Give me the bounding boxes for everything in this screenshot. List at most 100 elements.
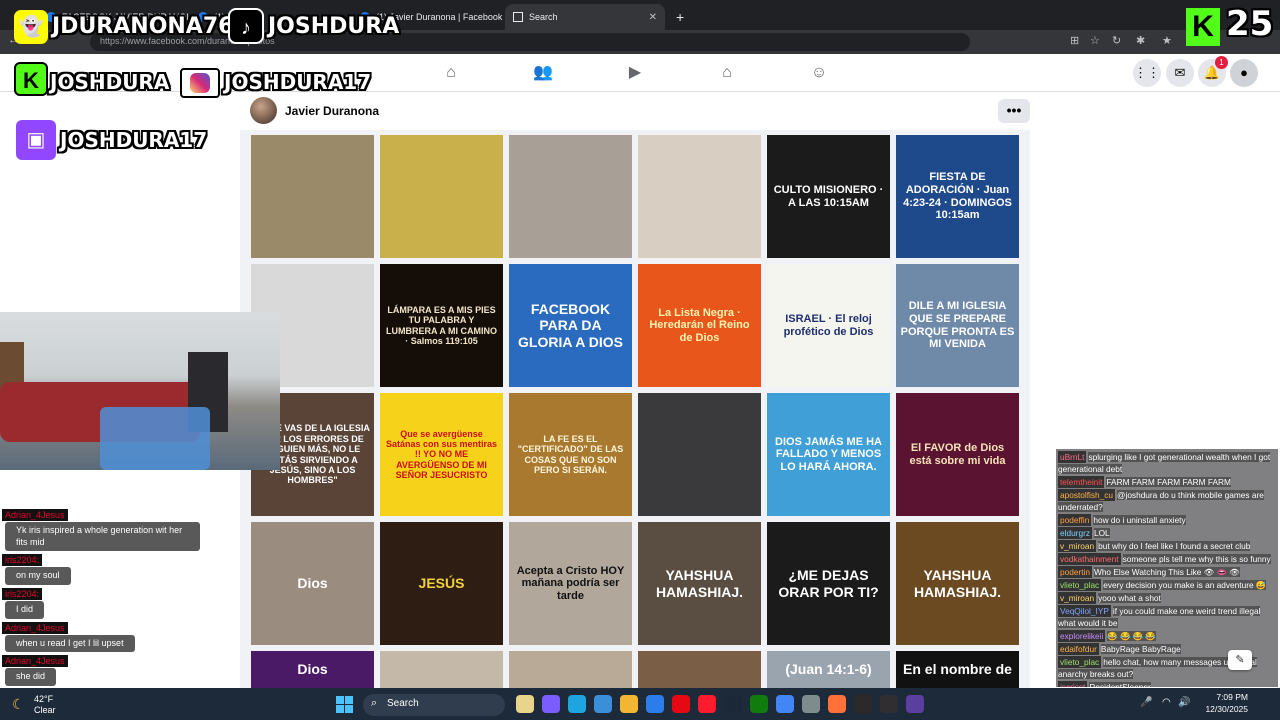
groups-icon[interactable]: ☺ [808,62,830,84]
photo-thumbnail[interactable]: (Juan 14:1-6) [767,651,890,688]
edit-icon[interactable]: ✎ [1228,650,1252,670]
photo-thumbnail[interactable]: YAHSHUA HAMASHIAJ. [896,522,1019,645]
friends-icon[interactable]: 👥 [532,62,554,84]
photo-thumbnail[interactable] [638,651,761,688]
photo-thumbnail[interactable]: ISRAEL · El reloj profético de Dios [767,264,890,387]
photo-thumbnail[interactable] [509,651,632,688]
chat-message: eldurgrz LOL [1058,527,1276,540]
photo-caption: LA FE ES EL "CERTIFICADO" DE LAS COSAS Q… [517,433,624,475]
photo-thumbnail[interactable] [638,393,761,516]
volume-icon[interactable]: 🔊 [1178,697,1190,708]
netflix-icon[interactable] [672,695,690,713]
chat-username: v_miroan [1058,592,1097,605]
chat-text: ResidentSleeper [1089,682,1151,687]
instagram-handle: JOSHDURA17 [224,70,372,94]
avatar[interactable] [250,97,277,124]
photo-thumbnail[interactable]: JESÚS [380,522,503,645]
mail-icon[interactable] [646,695,664,713]
opera-icon[interactable] [698,695,716,713]
more-options-button[interactable]: ••• [998,99,1030,123]
chat-text: 😂 😂 😂 😂 [1107,631,1156,642]
instagram-icon [180,68,220,98]
chat-username: telemtheinit [1058,476,1105,489]
extensions-icon[interactable]: ✱ [1136,34,1145,47]
file-explorer-icon[interactable] [516,695,534,713]
messenger-icon[interactable]: ✉ [1166,59,1194,87]
photo-caption: LÁMPARA ES A MIS PIES TU PALABRA Y LUMBR… [386,304,497,346]
chat-message: explorelikeii 😂 😂 😂 😂 [1058,630,1276,643]
photo-thumbnail[interactable] [638,135,761,258]
profile-name[interactable]: Javier Duranona [285,104,379,118]
edge-icon[interactable] [568,695,586,713]
photo-thumbnail[interactable]: Dios [251,522,374,645]
photo-thumbnail[interactable]: Que se avergüense Satánas con sus mentir… [380,393,503,516]
photo-thumbnail[interactable] [380,651,503,688]
install-app-icon[interactable]: ⊞ [1070,34,1079,47]
photo-thumbnail[interactable]: LÁMPARA ES A MIS PIES TU PALABRA Y LUMBR… [380,264,503,387]
moon-icon: ☾ [12,696,25,712]
photo-thumbnail[interactable] [509,135,632,258]
chat-username: apostolfish_cu [1058,489,1116,502]
photo-thumbnail[interactable]: Dios [251,651,374,688]
photo-caption: JESÚS [418,575,465,592]
notification-count-badge: 1 [1215,56,1228,69]
chat-message: VeqQilol_IYP if you could make one weird … [1058,605,1276,629]
marketplace-icon[interactable]: ⌂ [716,62,738,84]
chat-text: on my soul [5,567,71,586]
taskbar-search[interactable]: ⌕ Search [363,694,505,716]
settings-icon[interactable] [802,695,820,713]
chat-text: I did [5,601,45,619]
bookmark-star-icon[interactable]: ☆ [1090,34,1100,47]
close-icon[interactable]: ✕ [649,12,657,23]
windows-start-icon[interactable] [336,696,353,713]
photo-thumbnail[interactable]: FACEBOOK PARA DA GLORIA A DIOS [509,264,632,387]
chat-username: irls2204: [2,588,43,601]
epic-icon[interactable] [854,695,872,713]
wifi-icon[interactable]: ◠ [1162,697,1171,708]
chat-text: how do i uninstall anxiety [1093,515,1186,526]
photo-thumbnail[interactable]: LA FE ES EL "CERTIFICADO" DE LAS COSAS Q… [509,393,632,516]
media-icon[interactable] [906,695,924,713]
photo-caption: Acepta a Cristo HOY mañana podría ser ta… [516,564,625,602]
photo-thumbnail[interactable]: CULTO MISIONERO · A LAS 10:15AM [767,135,890,258]
xbox-icon[interactable] [750,695,768,713]
microphone-icon[interactable]: 🎤 [1140,697,1152,708]
menu-grid-icon[interactable]: ⋮⋮ [1133,59,1161,87]
photo-thumbnail[interactable]: DILE A MI IGLESIA QUE SE PREPARE PORQUE … [896,264,1019,387]
chat-text: Who Else Watching This Like 👁 👄 👁 [1093,567,1240,578]
obs-icon[interactable] [880,695,898,713]
photo-thumbnail[interactable]: La Lista Negra · Heredarán el Reino de D… [638,264,761,387]
photo-thumbnail[interactable]: Acepta a Cristo HOY mañana podría ser ta… [509,522,632,645]
refresh-icon[interactable]: ↻ [1112,34,1121,47]
webcam-feed [0,312,280,470]
search-icon: ⌕ [371,697,378,709]
photo-thumbnail[interactable] [251,135,374,258]
store-icon[interactable] [594,695,612,713]
photo-caption: (Juan 14:1-6) [785,661,872,678]
account-icon[interactable]: ● [1230,59,1258,87]
copilot-icon[interactable] [542,695,560,713]
photo-thumbnail[interactable]: ¿ME DEJAS ORAR POR TI? [767,522,890,645]
photo-thumbnail[interactable]: DIOS JAMÁS ME HA FALLADO Y MENOS LO HARÁ… [767,393,890,516]
photo-thumbnail[interactable]: El FAVOR de Dios está sobre mi vida [896,393,1019,516]
chrome-icon[interactable] [776,695,794,713]
favorites-icon[interactable]: ★ [1162,34,1172,47]
photo-thumbnail[interactable]: YAHSHUA HAMASHIAJ. [638,522,761,645]
photo-caption: DIOS JAMÁS ME HA FALLADO Y MENOS LO HARÁ… [775,435,882,473]
firefox-icon[interactable] [828,695,846,713]
photo-thumbnail[interactable]: FIESTA DE ADORACIÓN · Juan 4:23-24 · DOM… [896,135,1019,258]
tab-search[interactable]: Search ✕ [505,4,665,30]
photo-thumbnail[interactable]: En el nombre de [896,651,1019,688]
chat-message: podeffin how do i uninstall anxiety [1058,514,1276,527]
photo-caption: El FAVOR de Dios está sobre mi vida [909,441,1006,467]
steam-icon[interactable] [724,695,742,713]
taskbar-clock[interactable]: 7:09 PM 12/30/2025 [1196,692,1248,716]
photo-thumbnail[interactable] [380,135,503,258]
windows-taskbar [0,688,1280,720]
photo-caption: YAHSHUA HAMASHIAJ. [913,567,1002,600]
video-icon[interactable]: ▶ [624,62,646,84]
home-icon[interactable]: ⌂ [440,62,462,84]
new-tab-button[interactable]: + [668,4,688,30]
chat-message: Adrian_4Jesus Yk iris inspired a whole g… [2,507,242,552]
folder-icon[interactable] [620,695,638,713]
